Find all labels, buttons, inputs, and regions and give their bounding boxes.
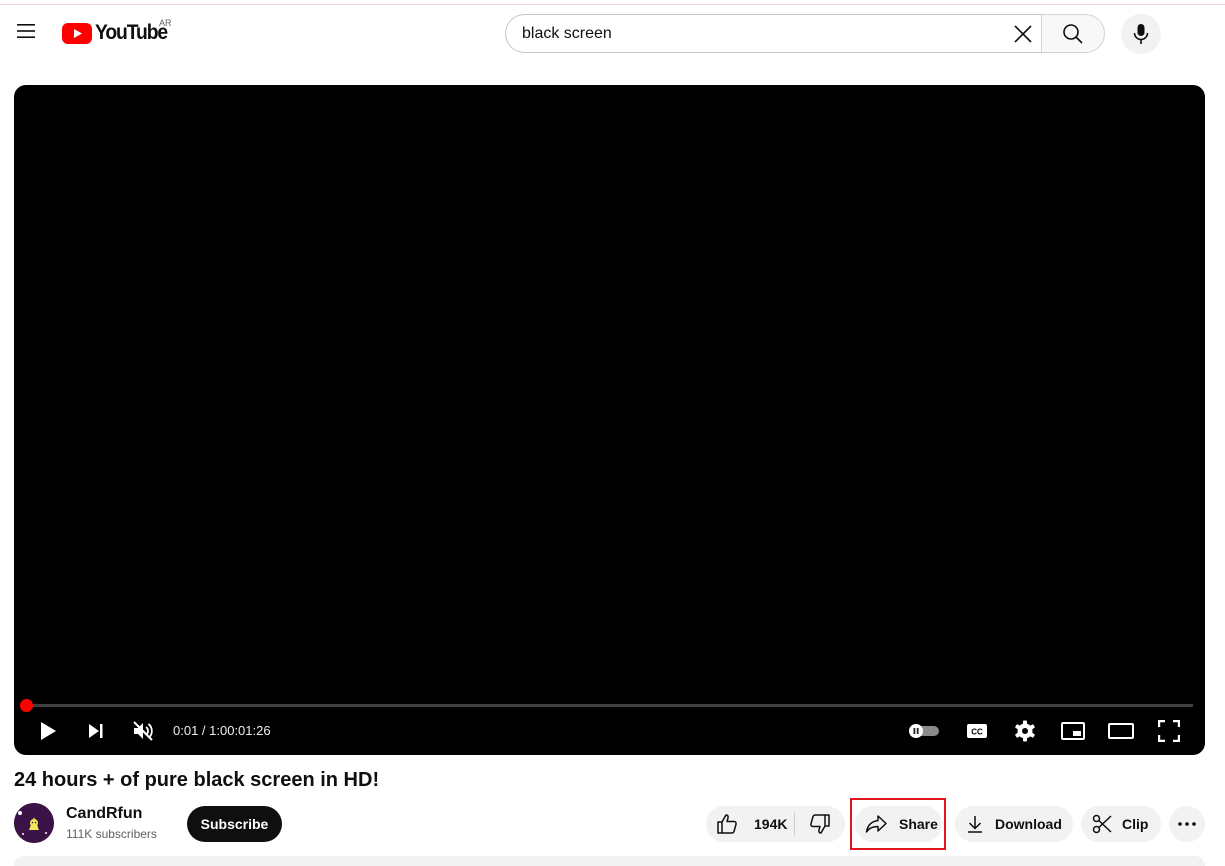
progress-bar[interactable] (20, 699, 1193, 712)
hamburger-menu-icon (17, 24, 35, 38)
like-dislike-group: 194K (706, 806, 845, 842)
gear-icon (1015, 720, 1035, 742)
svg-text:CC: CC (971, 728, 983, 737)
youtube-play-icon (62, 22, 92, 44)
search-button[interactable] (1041, 14, 1105, 53)
more-actions-button[interactable] (1169, 806, 1205, 842)
time-display: 0:01 / 1:00:01:26 (173, 723, 271, 738)
fullscreen-icon (1158, 720, 1180, 742)
theater-mode-button[interactable] (1101, 711, 1141, 751)
scissors-icon (1092, 814, 1112, 834)
download-label: Download (995, 816, 1062, 832)
channel-name[interactable]: CandRfun (66, 805, 142, 823)
subscribe-button[interactable]: Subscribe (187, 806, 282, 842)
download-button[interactable]: Download (955, 806, 1073, 842)
play-icon (41, 722, 56, 740)
autoplay-toggle[interactable] (904, 711, 944, 751)
autoplay-toggle-icon (909, 724, 939, 738)
channel-avatar-image (14, 803, 54, 843)
voice-search-button[interactable] (1121, 14, 1161, 54)
youtube-logo[interactable]: YouTube (62, 18, 173, 48)
logo-text: YouTube (95, 21, 168, 44)
miniplayer-icon (1061, 722, 1085, 740)
theater-mode-icon (1108, 723, 1134, 739)
thumbs-up-icon (717, 814, 737, 834)
search-input[interactable] (522, 24, 992, 43)
close-icon (1014, 25, 1032, 43)
mute-button[interactable] (123, 711, 163, 751)
country-code: AR (159, 18, 172, 28)
video-player[interactable]: 0:01 / 1:00:01:26 CC (14, 85, 1205, 755)
fullscreen-button[interactable] (1149, 711, 1189, 751)
volume-muted-icon (133, 721, 153, 741)
captions-button[interactable]: CC (957, 711, 997, 751)
captions-icon: CC (967, 724, 987, 738)
guide-menu-button[interactable] (10, 15, 42, 47)
play-button[interactable] (28, 711, 68, 751)
download-icon (968, 816, 982, 833)
more-horizontal-icon (1178, 822, 1196, 826)
microphone-icon (1133, 24, 1149, 44)
miniplayer-button[interactable] (1053, 711, 1093, 751)
masthead: YouTube AR (0, 5, 1225, 61)
video-title: 24 hours + of pure black screen in HD! (14, 769, 380, 791)
share-label: Share (899, 816, 938, 832)
share-arrow-icon (865, 815, 887, 833)
like-count: 194K (754, 816, 788, 832)
thumbs-down-icon (810, 814, 830, 834)
share-button[interactable]: Share (855, 806, 942, 842)
dislike-button[interactable] (795, 806, 845, 842)
clear-search-button[interactable] (1008, 19, 1038, 49)
next-icon (89, 724, 103, 738)
search-icon (1063, 23, 1083, 44)
like-button[interactable]: 194K (706, 806, 794, 842)
description-box[interactable] (14, 856, 1205, 866)
search-box (505, 14, 1042, 53)
next-button[interactable] (76, 711, 116, 751)
settings-button[interactable] (1005, 711, 1045, 751)
clip-button[interactable]: Clip (1081, 806, 1161, 842)
player-controls: 0:01 / 1:00:01:26 CC (14, 710, 1205, 752)
subscriber-count: 111K subscribers (66, 827, 157, 841)
channel-avatar[interactable] (14, 803, 54, 843)
clip-label: Clip (1122, 816, 1149, 832)
